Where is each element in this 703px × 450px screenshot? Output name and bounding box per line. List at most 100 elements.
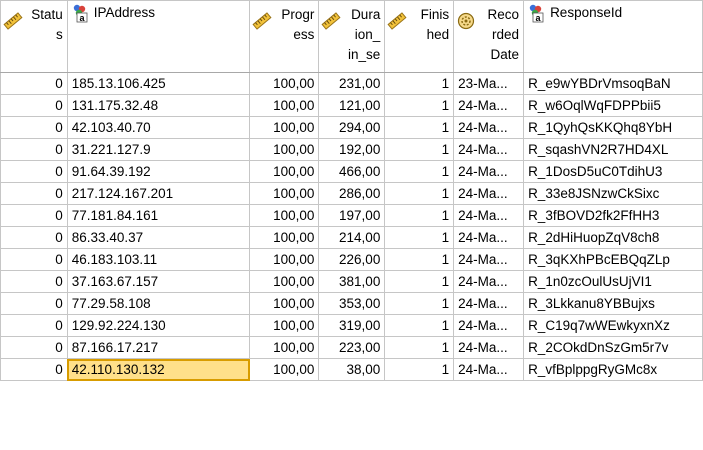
- cell-status[interactable]: 0: [0, 116, 68, 139]
- cell-responseid[interactable]: R_sqashVN2R7HD4XL: [523, 138, 703, 161]
- cell-progress[interactable]: 100,00: [249, 314, 320, 337]
- cell-progress[interactable]: 100,00: [249, 270, 320, 293]
- column-header-responseid[interactable]: a ResponseId: [523, 0, 703, 73]
- cell-responseid[interactable]: R_1DosD5uC0TdihU3: [523, 160, 703, 183]
- cell-finished[interactable]: 1: [384, 226, 455, 249]
- cell-duration[interactable]: 294,00: [318, 116, 386, 139]
- column-header-status[interactable]: Statu s: [0, 0, 68, 73]
- cell-ip[interactable]: 46.183.103.11: [66, 248, 251, 271]
- cell-recorded[interactable]: 24-Ma...: [453, 248, 525, 271]
- cell-progress[interactable]: 100,00: [249, 116, 320, 139]
- cell-status[interactable]: 0: [0, 160, 68, 183]
- cell-duration[interactable]: 192,00: [318, 138, 386, 161]
- cell-responseid[interactable]: R_e9wYBDrVmsoqBaN: [523, 72, 703, 95]
- cell-ip[interactable]: 31.221.127.9: [66, 138, 251, 161]
- cell-finished[interactable]: 1: [384, 292, 455, 315]
- cell-recorded[interactable]: 24-Ma...: [453, 116, 525, 139]
- cell-finished[interactable]: 1: [384, 138, 455, 161]
- column-header-duration[interactable]: Dura ion_ in_se: [318, 0, 386, 73]
- cell-status[interactable]: 0: [0, 358, 68, 381]
- cell-progress[interactable]: 100,00: [249, 204, 320, 227]
- column-header-finished[interactable]: Finis hed: [384, 0, 455, 73]
- cell-ip[interactable]: 87.166.17.217: [66, 336, 251, 359]
- cell-status[interactable]: 0: [0, 94, 68, 117]
- cell-duration[interactable]: 353,00: [318, 292, 386, 315]
- cell-duration[interactable]: 214,00: [318, 226, 386, 249]
- cell-finished[interactable]: 1: [384, 182, 455, 205]
- cell-duration[interactable]: 381,00: [318, 270, 386, 293]
- cell-duration[interactable]: 197,00: [318, 204, 386, 227]
- cell-recorded[interactable]: 23-Ma...: [453, 72, 525, 95]
- cell-recorded[interactable]: 24-Ma...: [453, 226, 525, 249]
- cell-recorded[interactable]: 24-Ma...: [453, 336, 525, 359]
- cell-finished[interactable]: 1: [384, 248, 455, 271]
- cell-duration[interactable]: 38,00: [318, 358, 386, 381]
- cell-responseid[interactable]: R_2COkdDnSzGm5r7v: [523, 336, 703, 359]
- cell-ip[interactable]: 77.29.58.108: [66, 292, 251, 315]
- column-header-ip[interactable]: a IPAddress: [66, 0, 251, 73]
- cell-progress[interactable]: 100,00: [249, 336, 320, 359]
- cell-status[interactable]: 0: [0, 292, 68, 315]
- cell-ip[interactable]: 185.13.106.425: [66, 72, 251, 95]
- cell-responseid[interactable]: R_33e8JSNzwCkSixc: [523, 182, 703, 205]
- cell-ip[interactable]: 129.92.224.130: [66, 314, 251, 337]
- cell-finished[interactable]: 1: [384, 160, 455, 183]
- cell-duration[interactable]: 286,00: [318, 182, 386, 205]
- cell-finished[interactable]: 1: [384, 358, 455, 381]
- cell-finished[interactable]: 1: [384, 336, 455, 359]
- cell-recorded[interactable]: 24-Ma...: [453, 160, 525, 183]
- cell-ip[interactable]: 42.103.40.70: [66, 116, 251, 139]
- cell-responseid[interactable]: R_3fBOVD2fk2FfHH3: [523, 204, 703, 227]
- cell-recorded[interactable]: 24-Ma...: [453, 138, 525, 161]
- cell-duration[interactable]: 121,00: [318, 94, 386, 117]
- cell-duration[interactable]: 223,00: [318, 336, 386, 359]
- cell-responseid[interactable]: R_1QyhQsKKQhq8YbH: [523, 116, 703, 139]
- cell-progress[interactable]: 100,00: [249, 358, 320, 381]
- cell-responseid[interactable]: R_2dHiHuopZqV8ch8: [523, 226, 703, 249]
- cell-ip[interactable]: 37.163.67.157: [66, 270, 251, 293]
- cell-ip[interactable]: 131.175.32.48: [66, 94, 251, 117]
- cell-duration[interactable]: 466,00: [318, 160, 386, 183]
- cell-duration[interactable]: 231,00: [318, 72, 386, 95]
- cell-finished[interactable]: 1: [384, 204, 455, 227]
- cell-status[interactable]: 0: [0, 204, 68, 227]
- cell-finished[interactable]: 1: [384, 116, 455, 139]
- cell-status[interactable]: 0: [0, 314, 68, 337]
- cell-status[interactable]: 0: [0, 182, 68, 205]
- cell-recorded[interactable]: 24-Ma...: [453, 270, 525, 293]
- cell-progress[interactable]: 100,00: [249, 226, 320, 249]
- cell-recorded[interactable]: 24-Ma...: [453, 292, 525, 315]
- cell-ip[interactable]: 217.124.167.201: [66, 182, 251, 205]
- cell-recorded[interactable]: 24-Ma...: [453, 358, 525, 381]
- cell-ip[interactable]: 91.64.39.192: [66, 160, 251, 183]
- cell-duration[interactable]: 226,00: [318, 248, 386, 271]
- cell-responseid[interactable]: R_1n0zcOulUsUjVI1: [523, 270, 703, 293]
- cell-finished[interactable]: 1: [384, 314, 455, 337]
- cell-recorded[interactable]: 24-Ma...: [453, 314, 525, 337]
- cell-status[interactable]: 0: [0, 336, 68, 359]
- cell-recorded[interactable]: 24-Ma...: [453, 182, 525, 205]
- cell-ip[interactable]: 86.33.40.37: [66, 226, 251, 249]
- cell-status[interactable]: 0: [0, 138, 68, 161]
- cell-progress[interactable]: 100,00: [249, 138, 320, 161]
- cell-duration[interactable]: 319,00: [318, 314, 386, 337]
- cell-finished[interactable]: 1: [384, 270, 455, 293]
- data-view-grid[interactable]: Statu s a IPAddress Progr ess Dura ion_ in_se Fin…: [0, 0, 703, 450]
- cell-progress[interactable]: 100,00: [249, 292, 320, 315]
- cell-status[interactable]: 0: [0, 270, 68, 293]
- cell-responseid[interactable]: R_3Lkkanu8YBBujxs: [523, 292, 703, 315]
- cell-responseid[interactable]: R_vfBplppgRyGMc8x: [523, 358, 703, 381]
- cell-progress[interactable]: 100,00: [249, 248, 320, 271]
- cell-recorded[interactable]: 24-Ma...: [453, 204, 525, 227]
- cell-responseid[interactable]: R_C19q7wWEwkyxnXz: [523, 314, 703, 337]
- cell-progress[interactable]: 100,00: [249, 160, 320, 183]
- cell-progress[interactable]: 100,00: [249, 72, 320, 95]
- cell-progress[interactable]: 100,00: [249, 94, 320, 117]
- cell-finished[interactable]: 1: [384, 94, 455, 117]
- cell-status[interactable]: 0: [0, 248, 68, 271]
- cell-ip[interactable]: 42.110.130.132: [66, 358, 251, 381]
- cell-status[interactable]: 0: [0, 72, 68, 95]
- cell-ip[interactable]: 77.181.84.161: [66, 204, 251, 227]
- cell-progress[interactable]: 100,00: [249, 182, 320, 205]
- cell-status[interactable]: 0: [0, 226, 68, 249]
